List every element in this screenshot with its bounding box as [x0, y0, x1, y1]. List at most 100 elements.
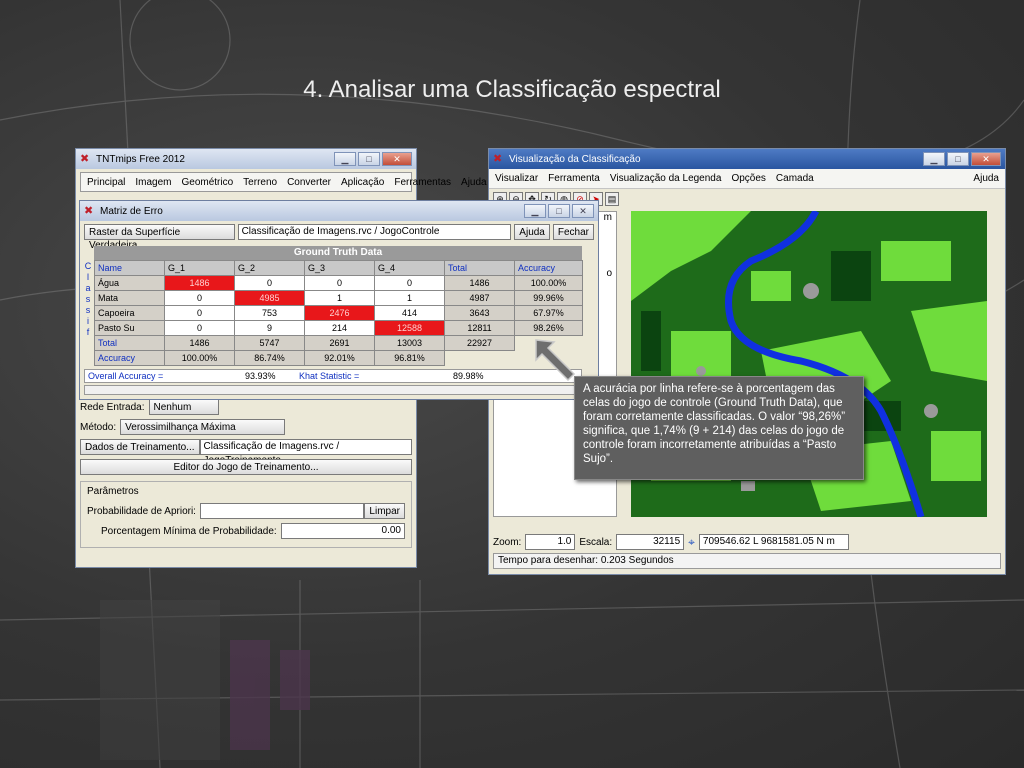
viz-menubar: Visualizar Ferramenta Visualização da Le…: [489, 169, 1005, 189]
raster-button[interactable]: Raster da Superfície Verdadeira ...: [84, 224, 235, 251]
accuracy-cell: 86.74%: [234, 350, 305, 366]
col-header: Total: [444, 260, 515, 276]
escala-field[interactable]: 32115: [616, 534, 685, 550]
viz-close-button[interactable]: ✕: [971, 152, 1001, 166]
horizontal-scrollbar[interactable]: [84, 385, 582, 395]
matriz-maximize-button[interactable]: □: [548, 204, 570, 218]
legend-letter-m: m: [603, 212, 612, 223]
prob-field[interactable]: [199, 503, 365, 519]
rede-select[interactable]: Nenhum: [148, 399, 219, 415]
table-cell: 0: [234, 275, 305, 291]
row-total: 4987: [444, 290, 515, 306]
viz-title: Visualização da Classificação: [509, 153, 641, 165]
col-header: Name: [94, 260, 165, 276]
total-cell: 5747: [234, 335, 305, 351]
matriz-close-button[interactable]: ✕: [572, 204, 594, 218]
viz-menu-ajuda[interactable]: Ajuda: [973, 173, 999, 184]
table-row: Água 1486 0 0 0 1486 100.00%: [94, 275, 583, 291]
matriz-minimize-button[interactable]: ▁: [524, 204, 546, 218]
table-cell: 0: [164, 320, 235, 336]
rede-row: Rede Entrada: Nenhum: [80, 399, 412, 415]
table-cell: 0: [164, 290, 235, 306]
matriz-erro-window: ✖ Matriz de Erro ▁ □ ✕ Raster da Superfí…: [79, 200, 599, 400]
table-row: Capoeira 0 753 2476 414 3643 67.97%: [94, 305, 583, 321]
col-header: G_3: [304, 260, 375, 276]
dados-treinamento-button[interactable]: Dados de Treinamento...: [80, 439, 200, 455]
row-total: 12811: [444, 320, 515, 336]
classe-letter: C: [84, 261, 92, 271]
menu-imagem[interactable]: Imagem: [135, 177, 171, 188]
classe-letter: l: [87, 272, 89, 282]
layers-icon[interactable]: ▤: [605, 192, 619, 206]
close-button[interactable]: ✕: [382, 152, 412, 166]
viz-maximize-button[interactable]: □: [947, 152, 969, 166]
explanation-callout: A acurácia por linha refere-se à porcent…: [574, 376, 864, 480]
maximize-button[interactable]: □: [358, 152, 380, 166]
accuracy-cell: 96.81%: [374, 350, 445, 366]
total-label: Total: [94, 335, 165, 351]
overall-accuracy-value: 93.93%: [245, 371, 276, 381]
viz-menu-visualizar[interactable]: Visualizar: [495, 173, 538, 184]
matriz-app-icon: ✖: [84, 205, 94, 217]
table-cell: 9: [234, 320, 305, 336]
empty-cell: [445, 351, 515, 366]
row-name: Capoeira: [94, 305, 165, 321]
minimize-button[interactable]: ▁: [334, 152, 356, 166]
table-cell: 414: [374, 305, 445, 321]
legend-letter-o: o: [606, 268, 612, 279]
viz-app-icon: ✖: [493, 153, 503, 165]
table-cell: 2476: [304, 305, 375, 321]
ground-truth-header: Ground Truth Data: [94, 246, 582, 260]
viz-titlebar[interactable]: ✖ Visualização da Classificação ▁ □ ✕: [489, 149, 1005, 169]
viz-menu-ferramenta[interactable]: Ferramenta: [548, 173, 600, 184]
classe-letter: f: [86, 327, 90, 337]
ajuda-button[interactable]: Ajuda: [514, 224, 550, 240]
classification-panel: Rede Entrada: Nenhum Método: Verossimilh…: [80, 399, 412, 548]
table-cell: 214: [304, 320, 375, 336]
viz-menu-opcoes[interactable]: Opções: [731, 173, 765, 184]
slide-title: 4. Analisar uma Classificação espectral: [303, 76, 721, 103]
zoom-label: Zoom:: [493, 536, 522, 548]
menu-principal[interactable]: Principal: [87, 177, 125, 188]
menu-terreno[interactable]: Terreno: [243, 177, 277, 188]
limpar-button[interactable]: Limpar: [364, 503, 405, 519]
menu-ferramentas[interactable]: Ferramentas: [394, 177, 451, 188]
locate-icon[interactable]: ⌖: [688, 535, 695, 550]
tntmips-titlebar[interactable]: ✖ TNTmips Free 2012 ▁ □ ✕: [76, 149, 416, 169]
row-accuracy: 98.26%: [514, 320, 583, 336]
row-name: Mata: [94, 290, 165, 306]
table-cell: 4985: [234, 290, 305, 306]
viz-minimize-button[interactable]: ▁: [923, 152, 945, 166]
accuracy-row: Accuracy 100.00% 86.74% 92.01% 96.81%: [94, 350, 583, 366]
dados-treinamento-field[interactable]: Classificação de Imagens.rvc / JogoTrein…: [199, 439, 412, 466]
rede-label: Rede Entrada:: [80, 401, 145, 413]
table-cell: 12588: [374, 320, 445, 336]
table-cell: 1486: [164, 275, 235, 291]
raster-field[interactable]: Classificação de Imagens.rvc / JogoContr…: [237, 224, 512, 240]
table-row: Pasto Su 0 9 214 12588 12811 98.26%: [94, 320, 583, 336]
prob-label: Probabilidade de Apriori:: [87, 505, 196, 517]
col-header: G_1: [164, 260, 235, 276]
menu-converter[interactable]: Converter: [287, 177, 331, 188]
classe-letter: i: [87, 316, 89, 326]
viz-menu-camada[interactable]: Camada: [776, 173, 814, 184]
row-accuracy: 100.00%: [514, 275, 583, 291]
pct-field[interactable]: 0.00: [280, 523, 405, 539]
menu-ajuda[interactable]: Ajuda: [461, 177, 487, 188]
metodo-label: Método:: [80, 421, 117, 433]
accuracy-cell: 92.01%: [304, 350, 375, 366]
menu-geometrico[interactable]: Geométrico: [181, 177, 233, 188]
matriz-titlebar[interactable]: ✖ Matriz de Erro ▁ □ ✕: [80, 201, 598, 221]
menu-aplicacao[interactable]: Aplicação: [341, 177, 384, 188]
table-cell: 0: [164, 305, 235, 321]
row-accuracy: 67.97%: [514, 305, 583, 321]
classe-letter: s: [85, 305, 91, 315]
classificacao-vertical-label: C l a s s i f: [83, 261, 93, 338]
fechar-button[interactable]: Fechar: [552, 224, 594, 240]
matrix-table-wrap: Ground Truth Data Name G_1 G_2 G_3 G_4 T…: [94, 246, 583, 366]
accuracy-label: Accuracy: [94, 350, 165, 366]
zoom-field[interactable]: 1.0: [525, 534, 576, 550]
editor-jogo-button[interactable]: Editor do Jogo de Treinamento...: [80, 459, 412, 475]
viz-menu-legenda[interactable]: Visualização da Legenda: [610, 173, 722, 184]
metodo-select[interactable]: Verossimilhança Máxima: [120, 419, 286, 435]
